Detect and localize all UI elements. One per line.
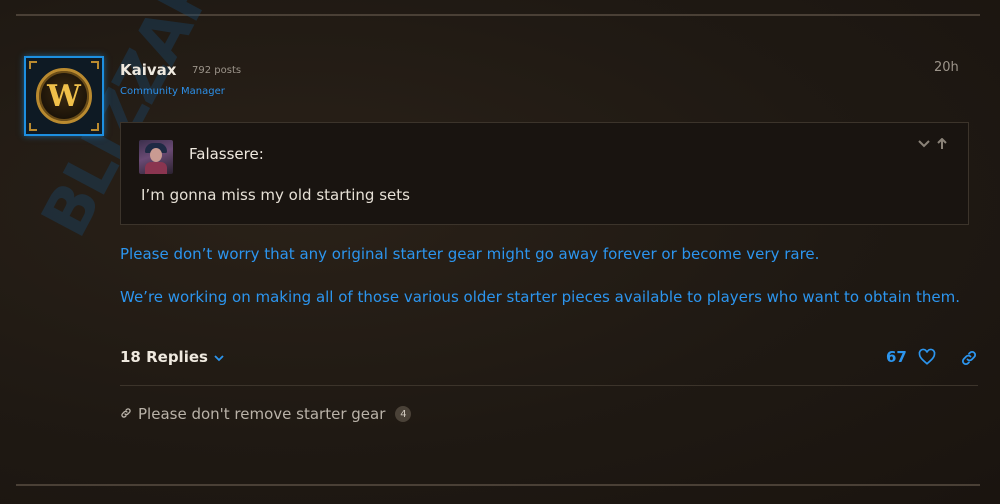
quote-controls	[917, 137, 949, 151]
replies-label: 18 Replies	[120, 348, 208, 366]
avatar[interactable]: W	[24, 56, 104, 136]
avatar-face	[150, 148, 162, 162]
avatar-corner	[91, 123, 99, 131]
bottom-divider	[16, 484, 980, 486]
avatar-corner	[91, 61, 99, 69]
like-count[interactable]: 67	[886, 348, 907, 366]
chain-icon	[120, 405, 132, 423]
avatar-corner	[29, 61, 37, 69]
related-count-badge: 4	[395, 406, 412, 422]
heart-icon[interactable]	[918, 348, 936, 366]
username[interactable]: Kaivax	[120, 61, 176, 79]
post-paragraph: We’re working on making all of those var…	[120, 288, 961, 306]
chevron-down-icon	[214, 348, 224, 366]
related-topic-link[interactable]: Please don't remove starter gear 4	[120, 405, 412, 423]
footer-divider	[120, 385, 978, 386]
user-role: Community Manager	[120, 86, 225, 97]
post-timestamp[interactable]: 20h	[934, 60, 959, 75]
chevron-down-icon[interactable]	[917, 137, 931, 151]
quote-author: Falassere:	[189, 145, 264, 163]
avatar-corner	[29, 123, 37, 131]
post-paragraph: Please don’t worry that any original sta…	[120, 245, 820, 263]
avatar-body	[145, 162, 167, 174]
quote-block: Falassere: I’m gonna miss my old startin…	[120, 122, 969, 225]
related-topic-title: Please don't remove starter gear	[138, 405, 386, 423]
arrow-up-icon[interactable]	[935, 137, 949, 151]
quote-text: I’m gonna miss my old starting sets	[141, 186, 410, 204]
quote-avatar[interactable]	[139, 140, 173, 174]
avatar-emblem: W	[36, 68, 92, 124]
avatar-letter: W	[47, 78, 81, 114]
link-icon[interactable]	[960, 349, 978, 367]
replies-toggle[interactable]: 18 Replies	[120, 348, 224, 366]
post-count: 792 posts	[192, 65, 242, 76]
